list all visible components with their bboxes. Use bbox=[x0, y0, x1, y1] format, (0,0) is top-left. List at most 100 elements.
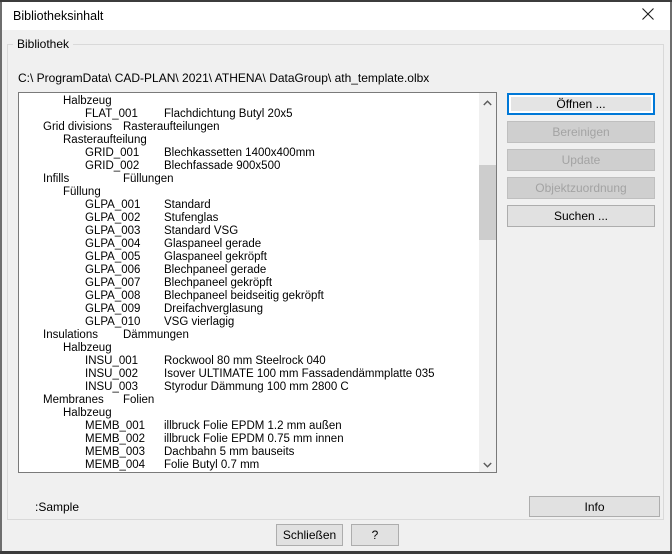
list-line-name: GLPA_006 bbox=[85, 264, 140, 276]
list-line-description: Dreifachverglasung bbox=[164, 303, 263, 316]
list-line-name: GLPA_003 bbox=[85, 225, 140, 237]
schliessen-button[interactable]: Schließen bbox=[276, 524, 343, 546]
list-line[interactable]: INSU_002Isover ULTIMATE 100 mm Fassadend… bbox=[19, 368, 479, 381]
list-line[interactable]: GRID_001 Blechkassetten 1400x400mm bbox=[19, 147, 479, 160]
list-line-description: Füllungen bbox=[123, 173, 174, 186]
list-line-name: Insulations bbox=[43, 329, 98, 341]
help-button[interactable]: ? bbox=[351, 524, 399, 546]
list-line-name: Halbzeug bbox=[63, 407, 112, 419]
list-line-description: Folie Butyl 0.7 mm bbox=[164, 459, 259, 472]
list-line-name: Rasteraufteilung bbox=[63, 134, 147, 146]
list-line[interactable]: GLPA_001 Standard bbox=[19, 199, 479, 212]
list-line[interactable]: INSU_003 Styrodur Dämmung 100 mm 2800 C bbox=[19, 381, 479, 394]
title-bar: Bibliotheksinhalt bbox=[2, 2, 670, 30]
list-line-description: illbruck Folie EPDM 1.2 mm außen bbox=[164, 420, 342, 433]
list-line-name: GLPA_008 bbox=[85, 290, 140, 302]
list-line[interactable]: GLPA_005Glaspaneel gekröpft bbox=[19, 251, 479, 264]
list-line[interactable]: GLPA_008 Blechpaneel beidseitig gekröpft bbox=[19, 290, 479, 303]
list-line-name: Infills bbox=[43, 173, 69, 185]
list-line-name: INSU_003 bbox=[85, 381, 138, 393]
list-line-description: Blechpaneel gekröpft bbox=[164, 277, 272, 290]
list-line[interactable]: Halbzeug bbox=[19, 95, 479, 108]
list-line[interactable]: GLPA_002Stufenglas bbox=[19, 212, 479, 225]
list-line-description: illbruck Folie EPDM 0.75 mm innen bbox=[164, 433, 344, 446]
list-line[interactable]: Infills Füllungen bbox=[19, 173, 479, 186]
scrollbar-thumb[interactable] bbox=[479, 165, 496, 240]
list-line[interactable]: Grid divisions Rasteraufteilungen bbox=[19, 121, 479, 134]
library-list-rows: HalbzeugFLAT_001Flachdichtung Butyl 20x5… bbox=[19, 95, 479, 472]
list-line-description: Standard bbox=[164, 199, 211, 212]
list-line-description: Dämmungen bbox=[123, 329, 189, 342]
library-list[interactable]: HalbzeugFLAT_001Flachdichtung Butyl 20x5… bbox=[18, 92, 497, 473]
list-line[interactable]: MEMB_003 Dachbahn 5 mm bauseits bbox=[19, 446, 479, 459]
list-line[interactable]: GLPA_007 Blechpaneel gekröpft bbox=[19, 277, 479, 290]
objektzuordnung-button: Objektzuordnung bbox=[507, 177, 655, 199]
list-line[interactable]: INSU_001Rockwool 80 mm Steelrock 040 bbox=[19, 355, 479, 368]
list-line-description: Dachbahn 5 mm bauseits bbox=[164, 446, 294, 459]
list-line-name: FLAT_001 bbox=[85, 108, 138, 120]
list-line-name: Füllung bbox=[63, 186, 101, 198]
list-line-name: Halbzeug bbox=[63, 342, 112, 354]
list-line-name: Halbzeug bbox=[63, 95, 112, 107]
list-line-description: Blechpaneel beidseitig gekröpft bbox=[164, 290, 324, 303]
list-line[interactable]: Füllung bbox=[19, 186, 479, 199]
list-line-description: Standard VSG bbox=[164, 225, 238, 238]
list-line-description: Rasteraufteilungen bbox=[123, 121, 220, 134]
list-line[interactable]: GLPA_004 Glaspaneel gerade bbox=[19, 238, 479, 251]
list-line[interactable]: GRID_002 Blechfassade 900x500 bbox=[19, 160, 479, 173]
sample-label: :Sample bbox=[35, 500, 79, 514]
window-title: Bibliotheksinhalt bbox=[13, 9, 103, 23]
list-line[interactable]: MembranesFolien bbox=[19, 394, 479, 407]
oeffnen-button[interactable]: Öffnen ... bbox=[507, 93, 655, 115]
scroll-down-button[interactable] bbox=[479, 455, 496, 472]
list-line[interactable]: GLPA_009 Dreifachverglasung bbox=[19, 303, 479, 316]
list-line-name: Grid divisions bbox=[43, 121, 112, 133]
list-line[interactable]: FLAT_001 Flachdichtung Butyl 20x5 bbox=[19, 108, 479, 121]
vertical-scrollbar[interactable] bbox=[479, 93, 496, 472]
list-line-name: MEMB_002 bbox=[85, 433, 145, 445]
list-line-name: GRID_001 bbox=[85, 147, 139, 159]
list-line-name: GLPA_001 bbox=[85, 199, 140, 211]
library-file-path: C:\ ProgramData\ CAD-PLAN\ 2021\ ATHENA\… bbox=[18, 71, 429, 85]
list-line-name: GLPA_002 bbox=[85, 212, 140, 224]
list-line[interactable]: GLPA_010 VSG vierlagig bbox=[19, 316, 479, 329]
list-line-description: Blechfassade 900x500 bbox=[164, 160, 280, 173]
list-line-name: GLPA_010 bbox=[85, 316, 140, 328]
list-line-description: Glaspaneel gekröpft bbox=[164, 251, 267, 264]
list-line[interactable]: Rasteraufteilung bbox=[19, 134, 479, 147]
list-line-name: GLPA_009 bbox=[85, 303, 140, 315]
list-line[interactable]: Halbzeug bbox=[19, 407, 479, 420]
list-line-description: VSG vierlagig bbox=[164, 316, 234, 329]
list-line-description: Glaspaneel gerade bbox=[164, 238, 261, 251]
list-line[interactable]: Halbzeug bbox=[19, 342, 479, 355]
list-line-description: Blechkassetten 1400x400mm bbox=[164, 147, 315, 160]
library-content-dialog: Bibliotheksinhalt Bibliothek C:\ Program… bbox=[0, 0, 672, 554]
groupbox-label: Bibliothek bbox=[13, 37, 73, 51]
close-window-button[interactable] bbox=[625, 2, 670, 30]
list-line-description: Flachdichtung Butyl 20x5 bbox=[164, 108, 293, 121]
list-line[interactable]: MEMB_002 illbruck Folie EPDM 0.75 mm inne… bbox=[19, 433, 479, 446]
list-line[interactable]: GLPA_006 Blechpaneel gerade bbox=[19, 264, 479, 277]
update-button: Update bbox=[507, 149, 655, 171]
list-line-name: GLPA_007 bbox=[85, 277, 140, 289]
scroll-up-button[interactable] bbox=[479, 93, 496, 110]
list-line-description: Styrodur Dämmung 100 mm 2800 C bbox=[164, 381, 349, 394]
list-line-name: Membranes bbox=[43, 394, 104, 406]
suchen-button[interactable]: Suchen ... bbox=[507, 205, 655, 227]
chevron-down-icon bbox=[483, 455, 492, 473]
bereinigen-button: Bereinigen bbox=[507, 121, 655, 143]
list-line-name: INSU_001 bbox=[85, 355, 138, 367]
list-line-description: Blechpaneel gerade bbox=[164, 264, 266, 277]
list-line-name: MEMB_003 bbox=[85, 446, 145, 458]
list-line-name: MEMB_001 bbox=[85, 420, 145, 432]
list-line-name: GLPA_004 bbox=[85, 238, 140, 250]
info-button[interactable]: Info bbox=[529, 496, 660, 517]
list-line-name: GRID_002 bbox=[85, 160, 139, 172]
chevron-up-icon bbox=[483, 93, 492, 111]
list-line[interactable]: MEMB_001 illbruck Folie EPDM 1.2 mm außen bbox=[19, 420, 479, 433]
list-line[interactable]: MEMB_004 Folie Butyl 0.7 mm bbox=[19, 459, 479, 472]
list-line[interactable]: GLPA_003 Standard VSG bbox=[19, 225, 479, 238]
list-line[interactable]: Insulations Dämmungen bbox=[19, 329, 479, 342]
list-line-name: INSU_002 bbox=[85, 368, 138, 380]
list-line-name: MEMB_004 bbox=[85, 459, 145, 471]
